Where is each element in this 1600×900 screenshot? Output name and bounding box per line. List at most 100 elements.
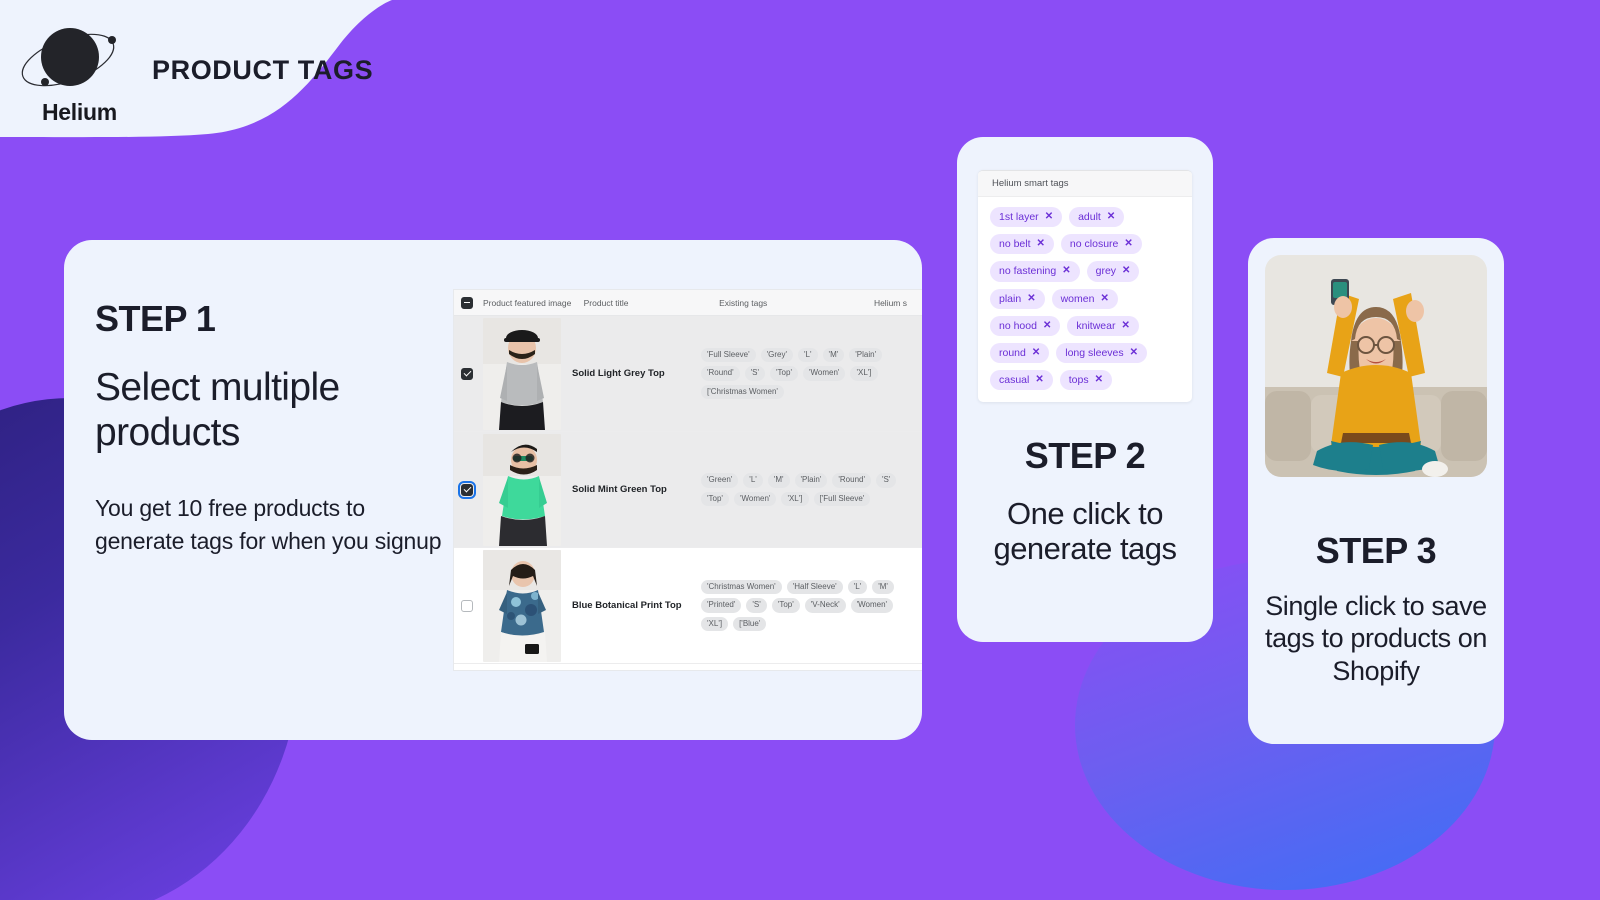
existing-tag: 'V-Neck' bbox=[804, 598, 846, 613]
existing-tag: 'Plain' bbox=[794, 473, 828, 488]
smart-tag-label: adult bbox=[1078, 211, 1101, 223]
remove-tag-icon[interactable]: ✕ bbox=[1043, 320, 1051, 331]
existing-tags-list: 'Christmas Women' 'Half Sleeve' 'L' 'M' 'Pri… bbox=[701, 579, 906, 632]
step-3-kicker: STEP 3 bbox=[1315, 530, 1437, 571]
existing-tag: 'Half Sleeve' bbox=[786, 579, 843, 595]
step-1-card: STEP 1 Select multiple products You get … bbox=[64, 240, 922, 740]
column-header-existing-tags: Existing tags bbox=[719, 297, 768, 308]
row-checkbox[interactable] bbox=[458, 480, 476, 499]
existing-tag: 'Full Sleeve' bbox=[701, 347, 756, 363]
smart-tag[interactable]: knitwear ✕ bbox=[1067, 315, 1139, 336]
smart-tag-label: no fastening bbox=[999, 265, 1057, 278]
existing-tag: 'S' bbox=[876, 473, 897, 488]
logo-wordmark: Helium bbox=[42, 99, 117, 125]
smart-tag-label: grey bbox=[1095, 265, 1117, 278]
existing-tag: 'L' bbox=[798, 347, 818, 363]
step-2-kicker: STEP 2 bbox=[1024, 435, 1146, 476]
remove-tag-icon[interactable]: ✕ bbox=[1027, 293, 1035, 304]
row-checkbox[interactable] bbox=[461, 599, 473, 612]
remove-tag-icon[interactable]: ✕ bbox=[1130, 347, 1138, 358]
remove-tag-icon[interactable]: ✕ bbox=[1035, 375, 1043, 385]
existing-tag: 'XL'] bbox=[701, 616, 729, 632]
step-3-heading: Single click to save tags to products on… bbox=[1264, 591, 1488, 686]
product-title: Blue Botanical Print Top bbox=[572, 599, 682, 611]
table-row[interactable]: Blue Botanical Print Top 'Christmas Wome… bbox=[454, 548, 922, 664]
step-2-copy: STEP 2 One click to generate tags bbox=[957, 435, 1213, 566]
existing-tag: 'Top' bbox=[701, 491, 729, 506]
product-thumbnail bbox=[483, 317, 561, 430]
smart-tag-label: 1st layer bbox=[999, 211, 1039, 223]
existing-tag: 'XL'] bbox=[781, 491, 809, 506]
remove-tag-icon[interactable]: ✕ bbox=[1107, 212, 1115, 222]
step-1-kicker: STEP 1 bbox=[95, 298, 216, 339]
step-2-heading: One click to generate tags bbox=[993, 496, 1177, 566]
existing-tag: 'Women' bbox=[802, 366, 846, 381]
product-thumbnail bbox=[483, 549, 561, 662]
product-title: Solid Light Grey Top bbox=[572, 367, 665, 379]
existing-tags-list: 'Full Sleeve' 'Grey' 'L' 'M' 'Plain' 'Round' '… bbox=[701, 347, 906, 400]
table-row[interactable]: Solid Mint Green Top 'Green' 'L' 'M' 'Plain… bbox=[454, 432, 922, 548]
existing-tag: 'XL'] bbox=[850, 366, 878, 381]
existing-tag: 'Top' bbox=[771, 598, 800, 613]
existing-tag: 'Printed' bbox=[701, 598, 742, 613]
header-banner: Helium PRODUCT TAGS bbox=[0, 0, 420, 140]
smart-tag[interactable]: round ✕ bbox=[990, 342, 1050, 364]
select-all-checkbox[interactable] bbox=[461, 296, 473, 309]
remove-tag-icon[interactable]: ✕ bbox=[1122, 266, 1130, 276]
check-icon bbox=[463, 368, 471, 376]
remove-tag-icon[interactable]: ✕ bbox=[1100, 293, 1108, 304]
smart-tag-label: women bbox=[1060, 292, 1095, 305]
smart-tag-label: no closure bbox=[1069, 238, 1119, 251]
smart-tag[interactable]: no fastening ✕ bbox=[990, 261, 1080, 282]
existing-tag: ['Blue' bbox=[733, 616, 767, 632]
table-header-row: Product featured image Product title Exi… bbox=[454, 290, 922, 316]
step-1-body: You get 10 free products to generate tag… bbox=[95, 494, 442, 554]
smart-tag[interactable]: no hood ✕ bbox=[990, 315, 1061, 336]
step-1-heading: Select multiple products bbox=[95, 366, 340, 454]
remove-tag-icon[interactable]: ✕ bbox=[1045, 212, 1053, 222]
remove-tag-icon[interactable]: ✕ bbox=[1121, 320, 1129, 331]
table-row[interactable]: Solid Light Grey Top 'Full Sleeve' 'Grey'… bbox=[454, 316, 922, 432]
smart-tag[interactable]: women ✕ bbox=[1051, 288, 1118, 309]
remove-tag-icon[interactable]: ✕ bbox=[1124, 239, 1132, 249]
smart-tag[interactable]: casual ✕ bbox=[990, 370, 1053, 391]
smart-tag-label: knitwear bbox=[1076, 319, 1116, 332]
existing-tag: 'Women' bbox=[850, 598, 894, 613]
smart-tag[interactable]: no belt ✕ bbox=[990, 234, 1054, 255]
existing-tag: ['Full Sleeve' bbox=[813, 491, 871, 506]
smart-tag[interactable]: tops ✕ bbox=[1059, 370, 1112, 391]
remove-tag-icon[interactable]: ✕ bbox=[1032, 347, 1040, 358]
smart-tags-panel-title: Helium smart tags bbox=[978, 171, 1192, 197]
step-3-card: STEP 3 Single click to save tags to prod… bbox=[1248, 238, 1504, 744]
smart-tag-label: tops bbox=[1068, 374, 1089, 387]
product-table: Product featured image Product title Exi… bbox=[454, 290, 922, 670]
remove-tag-icon[interactable]: ✕ bbox=[1095, 375, 1103, 385]
column-header-image: Product featured image bbox=[483, 297, 572, 308]
product-title: Solid Mint Green Top bbox=[572, 483, 667, 495]
indeterminate-dash-icon bbox=[464, 301, 470, 304]
existing-tag: 'L' bbox=[847, 579, 868, 595]
smart-tag-label: round bbox=[999, 346, 1026, 359]
existing-tag: 'Women' bbox=[733, 491, 777, 506]
smart-tag-label: plain bbox=[999, 292, 1022, 305]
row-checkbox[interactable] bbox=[461, 367, 473, 380]
existing-tag: 'Top' bbox=[770, 366, 798, 381]
smart-tag[interactable]: grey ✕ bbox=[1086, 261, 1140, 282]
smart-tag[interactable]: 1st layer ✕ bbox=[990, 207, 1063, 228]
smart-tag-label: no hood bbox=[999, 319, 1037, 332]
smart-tag[interactable]: plain ✕ bbox=[990, 288, 1045, 309]
smart-tag[interactable]: adult ✕ bbox=[1069, 207, 1125, 228]
existing-tag: 'S' bbox=[744, 366, 766, 381]
existing-tag: 'M' bbox=[872, 579, 894, 595]
remove-tag-icon[interactable]: ✕ bbox=[1062, 266, 1070, 276]
smart-tag[interactable]: long sleeves ✕ bbox=[1056, 342, 1148, 364]
existing-tag: 'Round' bbox=[701, 366, 740, 381]
existing-tag: 'M' bbox=[767, 473, 790, 488]
existing-tag: 'Round' bbox=[832, 473, 872, 488]
helium-smart-tags-panel: Helium smart tags 1st layer ✕ adult ✕ no bel… bbox=[978, 170, 1192, 403]
smart-tag[interactable]: no closure ✕ bbox=[1060, 234, 1142, 255]
check-icon bbox=[463, 484, 471, 492]
remove-tag-icon[interactable]: ✕ bbox=[1037, 239, 1045, 249]
existing-tag: 'S' bbox=[746, 598, 767, 613]
smart-tag-label: casual bbox=[999, 374, 1030, 387]
